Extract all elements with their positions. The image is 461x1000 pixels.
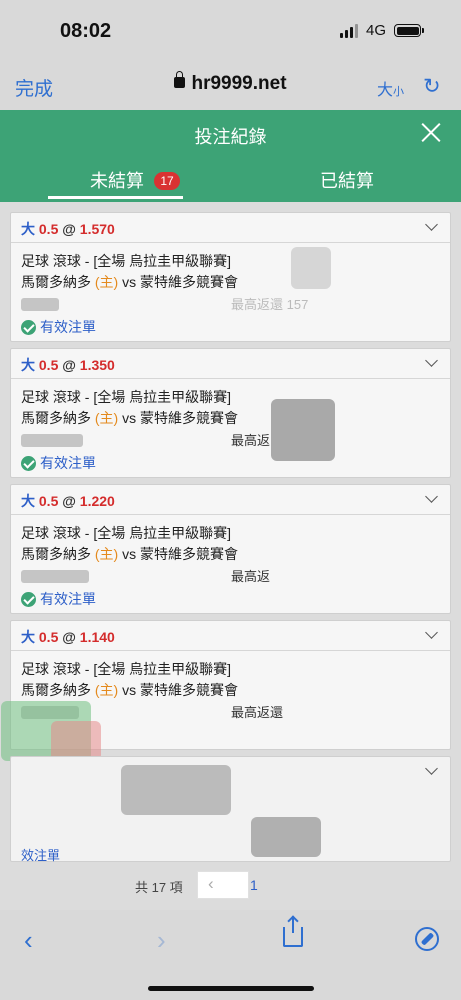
status-bar: 08:02 4G [0, 0, 461, 62]
bet-card[interactable]: 大 0.5 @ 1.140 足球 滾球 - [全場 烏拉圭甲級聯賽] 馬爾多納多… [1, 620, 451, 761]
chevron-down-icon[interactable] [425, 762, 438, 775]
page-header: 投注紀錄 [0, 110, 461, 160]
at-sign: @ [62, 357, 76, 373]
bet-card-header[interactable]: 大 0.5 @ 1.570 [11, 213, 450, 243]
battery-icon [394, 24, 424, 37]
match-line: 馬爾多納多 (主) vs 蒙特維多競賽會 [21, 274, 238, 290]
status-time: 08:02 [60, 20, 112, 42]
at-sign: @ [62, 629, 76, 645]
odds: 1.140 [79, 629, 115, 645]
odds: 1.570 [79, 221, 115, 237]
at-sign: @ [62, 493, 76, 509]
handicap: 0.5 [38, 629, 59, 645]
redacted-amount [21, 297, 59, 311]
sport-line: 足球 滾球 - [全場 烏拉圭甲級聯賽] [21, 525, 231, 541]
bet-type: 大 [21, 629, 35, 645]
max-return: 最高返 [231, 433, 271, 448]
bet-card-header[interactable]: 大 0.5 @ 1.220 [11, 485, 450, 515]
valid-status: 有效注單 [21, 589, 96, 609]
odds: 1.350 [79, 357, 115, 373]
valid-status: 有效注單 [21, 317, 96, 337]
match-line: 馬爾多納多 (主) vs 蒙特維多競賽會 [21, 410, 238, 426]
bet-card-header[interactable]: 大 0.5 @ 1.350 [11, 349, 450, 379]
bet-card[interactable]: 大 0.5 @ 1.220 足球 滾球 - [全場 烏拉圭甲級聯賽] 馬爾多納多… [10, 484, 451, 614]
forward-icon[interactable]: › [157, 925, 166, 956]
tab-settled-label: 已結算 [320, 171, 374, 191]
bet-type: 大 [21, 357, 35, 373]
bet-type: 大 [21, 221, 35, 237]
max-return: 最高返還 157 [231, 297, 309, 312]
handicap: 0.5 [38, 493, 59, 509]
page-title: 投注紀錄 [194, 127, 267, 147]
max-return: 最高返 [231, 569, 271, 584]
url-text: hr9999.net [191, 73, 287, 94]
close-icon[interactable] [419, 120, 443, 144]
sport-line: 足球 滾球 - [全場 烏拉圭甲級聯賽] [21, 253, 231, 269]
bet-type: 大 [21, 493, 35, 509]
chevron-left-icon: ‹ [208, 874, 214, 893]
browser-toolbar: ‹ › [0, 910, 461, 1000]
check-circle-icon [21, 591, 36, 607]
browser-bar: 完成 hr9999.net 大小 ↻ [0, 62, 461, 110]
sport-line: 足球 滾球 - [全場 烏拉圭甲級聯賽] [21, 661, 231, 677]
valid-status: 有效注單 [21, 453, 96, 473]
sport-line: 足球 滾球 - [全場 烏拉圭甲級聯賽] [21, 389, 231, 405]
network-type: 4G [365, 22, 386, 39]
lock-icon [174, 71, 186, 88]
check-circle-icon [21, 319, 36, 335]
match-line: 馬爾多納多 (主) vs 蒙特維多競賽會 [21, 546, 238, 562]
total-count: 共 17 項 [135, 880, 183, 895]
status-indicators: 4G [339, 22, 424, 39]
compass-icon[interactable] [415, 927, 439, 951]
max-return: 最高返還 [231, 705, 284, 720]
active-tab-indicator [48, 196, 183, 199]
tab-unsettled[interactable]: 未結算 17 [90, 167, 180, 193]
reload-icon[interactable]: ↻ [423, 74, 441, 99]
bet-card[interactable]: 大 0.5 @ 1.570 足球 滾球 - [全場 烏拉圭甲級聯賽] 馬爾多納多… [10, 212, 451, 342]
handicap: 0.5 [38, 357, 59, 373]
chevron-down-icon[interactable] [425, 490, 438, 503]
valid-status: 效注單 [21, 848, 61, 863]
bet-card-header[interactable]: 大 0.5 @ 1.140 [11, 621, 450, 651]
redacted-amount [21, 569, 89, 583]
chevron-down-icon[interactable] [425, 218, 438, 231]
prev-page-button[interactable]: ‹ [197, 871, 249, 899]
signal-icon [339, 23, 358, 38]
match-line: 馬爾多納多 (主) vs 蒙特維多競賽會 [21, 682, 238, 698]
handicap: 0.5 [38, 221, 59, 237]
chevron-down-icon[interactable] [425, 626, 438, 639]
share-icon[interactable] [283, 917, 303, 947]
unsettled-count-badge: 17 [154, 172, 180, 190]
tab-bar: 未結算 17 已結算 [0, 160, 461, 202]
redacted-amount [21, 433, 83, 447]
check-circle-icon [21, 455, 36, 471]
text-size-button[interactable]: 大小 [377, 76, 404, 100]
back-icon[interactable]: ‹ [24, 925, 33, 956]
odds: 1.220 [79, 493, 115, 509]
bet-card[interactable]: 效注單 [10, 756, 451, 863]
bet-card[interactable]: 大 0.5 @ 1.350 足球 滾球 - [全場 烏拉圭甲級聯賽] 馬爾多納多… [10, 348, 451, 478]
page-number[interactable]: 1 [250, 877, 258, 893]
tab-settled[interactable]: 已結算 [320, 167, 374, 193]
at-sign: @ [62, 221, 76, 237]
chevron-down-icon[interactable] [425, 354, 438, 367]
tab-unsettled-label: 未結算 [90, 171, 144, 191]
home-indicator [148, 986, 314, 991]
pagination: 共 17 項 ‹ 1 [0, 868, 461, 904]
